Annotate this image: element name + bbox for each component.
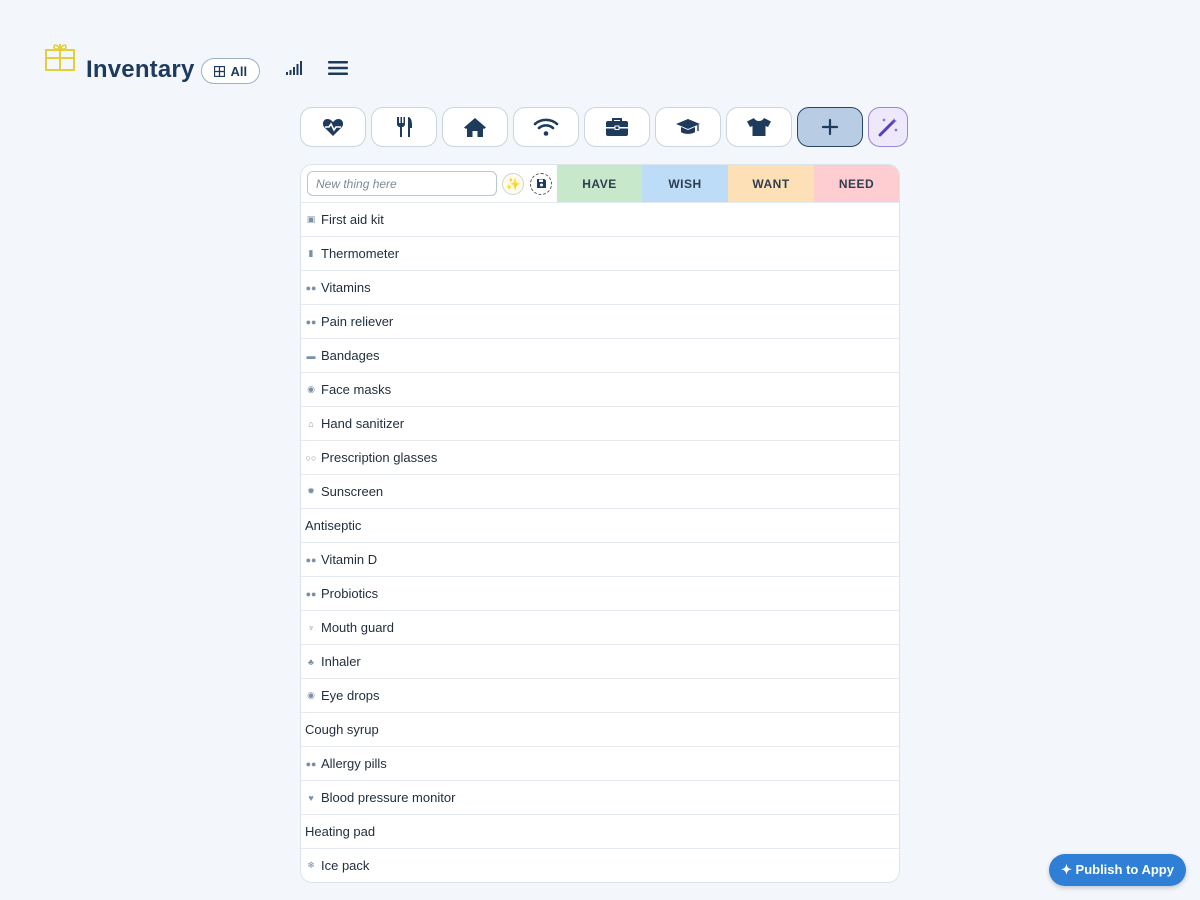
table-row[interactable]: ◉ Face masks: [301, 373, 899, 407]
signal-icon[interactable]: [286, 61, 303, 75]
filter-all-button[interactable]: All: [200, 58, 261, 84]
pills-icon: ●●: [305, 758, 317, 769]
category-tech-button[interactable]: [513, 107, 579, 147]
sun-icon: ✹: [307, 486, 315, 496]
table-row[interactable]: ●● Probiotics: [301, 577, 899, 611]
pump-bottle-icon: ⌂: [308, 418, 314, 429]
magic-wand-button[interactable]: [868, 107, 908, 147]
item-label: Hand sanitizer: [321, 416, 405, 431]
table-row[interactable]: ⌂ Hand sanitizer: [301, 407, 899, 441]
column-want[interactable]: WANT: [728, 165, 814, 202]
item-label: Cough syrup: [305, 722, 379, 737]
category-home-button[interactable]: [442, 107, 508, 147]
table-row[interactable]: ✹ Sunscreen: [301, 475, 899, 509]
category-work-button[interactable]: [584, 107, 650, 147]
hamburger-menu-icon[interactable]: [328, 60, 349, 76]
item-label: Vitamin D: [321, 552, 378, 567]
sparkle-suggest-button[interactable]: ✨: [502, 172, 524, 195]
grid-icon: [213, 65, 225, 77]
bandage-icon: ▬: [306, 350, 316, 361]
item-label: First aid kit: [321, 212, 384, 227]
item-label: Blood pressure monitor: [321, 790, 456, 805]
publish-button[interactable]: ✦ Publish to Appy: [1049, 854, 1186, 886]
tooth-icon: ♆: [307, 622, 315, 633]
plus-icon: [821, 118, 839, 136]
save-button[interactable]: [530, 172, 552, 195]
table-row[interactable]: Antiseptic: [301, 509, 899, 543]
utensils-icon: [397, 117, 412, 137]
lungs-icon: ♣: [308, 656, 314, 667]
graduation-cap-icon: [676, 119, 700, 134]
item-label: Vitamins: [321, 280, 371, 295]
snowflake-icon: ❄: [307, 860, 315, 870]
item-label: Probiotics: [321, 586, 379, 601]
sparkle-icon: ✨: [505, 176, 521, 191]
add-category-button[interactable]: [797, 107, 863, 147]
magic-wand-icon: [878, 118, 898, 137]
table-header: ✨ HAVE WISH WANT NEED: [301, 165, 899, 203]
table-row[interactable]: ♆ Mouth guard: [301, 611, 899, 645]
new-item-input[interactable]: [307, 171, 497, 196]
inventory-table: ✨ HAVE WISH WANT NEED ▣ First aid kit ▮ Th…: [300, 164, 900, 883]
mask-icon: ◉: [307, 384, 315, 394]
app-header: Inventary All: [44, 38, 349, 94]
heart-pulse-icon: [322, 119, 344, 136]
tshirt-icon: [747, 118, 771, 136]
column-have[interactable]: HAVE: [557, 165, 642, 202]
category-education-button[interactable]: [655, 107, 721, 147]
item-label: Bandages: [321, 348, 380, 363]
item-label: Mouth guard: [321, 620, 394, 635]
table-row[interactable]: ♣ Inhaler: [301, 645, 899, 679]
column-need[interactable]: NEED: [814, 165, 899, 202]
table-row[interactable]: ●● Allergy pills: [301, 747, 899, 781]
wifi-icon: [533, 118, 559, 136]
table-row[interactable]: Heating pad: [301, 815, 899, 849]
pills-icon: ●●: [305, 588, 317, 599]
item-label: Inhaler: [321, 654, 361, 669]
item-list: ▣ First aid kit ▮ Thermometer ●● Vitamins ●…: [301, 203, 899, 882]
item-label: Eye drops: [321, 688, 380, 703]
column-wish[interactable]: WISH: [642, 165, 728, 202]
table-row[interactable]: ▣ First aid kit: [301, 203, 899, 237]
table-row[interactable]: ▮ Thermometer: [301, 237, 899, 271]
category-food-button[interactable]: [371, 107, 437, 147]
category-toolbar: [300, 107, 908, 147]
table-row[interactable]: ♥ Blood pressure monitor: [301, 781, 899, 815]
heart-icon: ♥: [308, 792, 314, 803]
item-label: Heating pad: [305, 824, 376, 839]
home-icon: [464, 117, 486, 137]
table-row[interactable]: ◉ Eye drops: [301, 679, 899, 713]
new-item-area: ✨: [301, 165, 557, 202]
item-label: Prescription glasses: [321, 450, 438, 465]
table-row[interactable]: ○○ Prescription glasses: [301, 441, 899, 475]
pills-icon: ●●: [305, 316, 317, 327]
filter-all-label: All: [230, 63, 248, 79]
item-label: Thermometer: [321, 246, 400, 261]
item-label: Allergy pills: [321, 756, 387, 771]
table-row[interactable]: ●● Vitamin D: [301, 543, 899, 577]
glasses-icon: ○○: [305, 452, 317, 463]
floppy-disk-icon: [536, 179, 546, 188]
gift-logo-icon: [45, 44, 75, 71]
item-label: Ice pack: [321, 858, 370, 873]
item-label: Pain reliever: [321, 314, 394, 329]
table-row[interactable]: ●● Vitamins: [301, 271, 899, 305]
table-row[interactable]: ❄ Ice pack: [301, 849, 899, 882]
app-title: Inventary: [86, 56, 195, 83]
eye-icon: ◉: [307, 690, 315, 700]
item-label: Face masks: [321, 382, 392, 397]
category-health-button[interactable]: [300, 107, 366, 147]
medkit-icon: ▣: [306, 214, 316, 224]
briefcase-icon: [606, 118, 628, 136]
table-row[interactable]: ●● Pain reliever: [301, 305, 899, 339]
item-label: Sunscreen: [321, 484, 384, 499]
thermometer-icon: ▮: [308, 248, 314, 258]
pills-icon: ●●: [305, 282, 317, 293]
category-clothing-button[interactable]: [726, 107, 792, 147]
item-label: Antiseptic: [305, 518, 362, 533]
table-row[interactable]: ▬ Bandages: [301, 339, 899, 373]
table-row[interactable]: Cough syrup: [301, 713, 899, 747]
pills-icon: ●●: [305, 554, 317, 565]
